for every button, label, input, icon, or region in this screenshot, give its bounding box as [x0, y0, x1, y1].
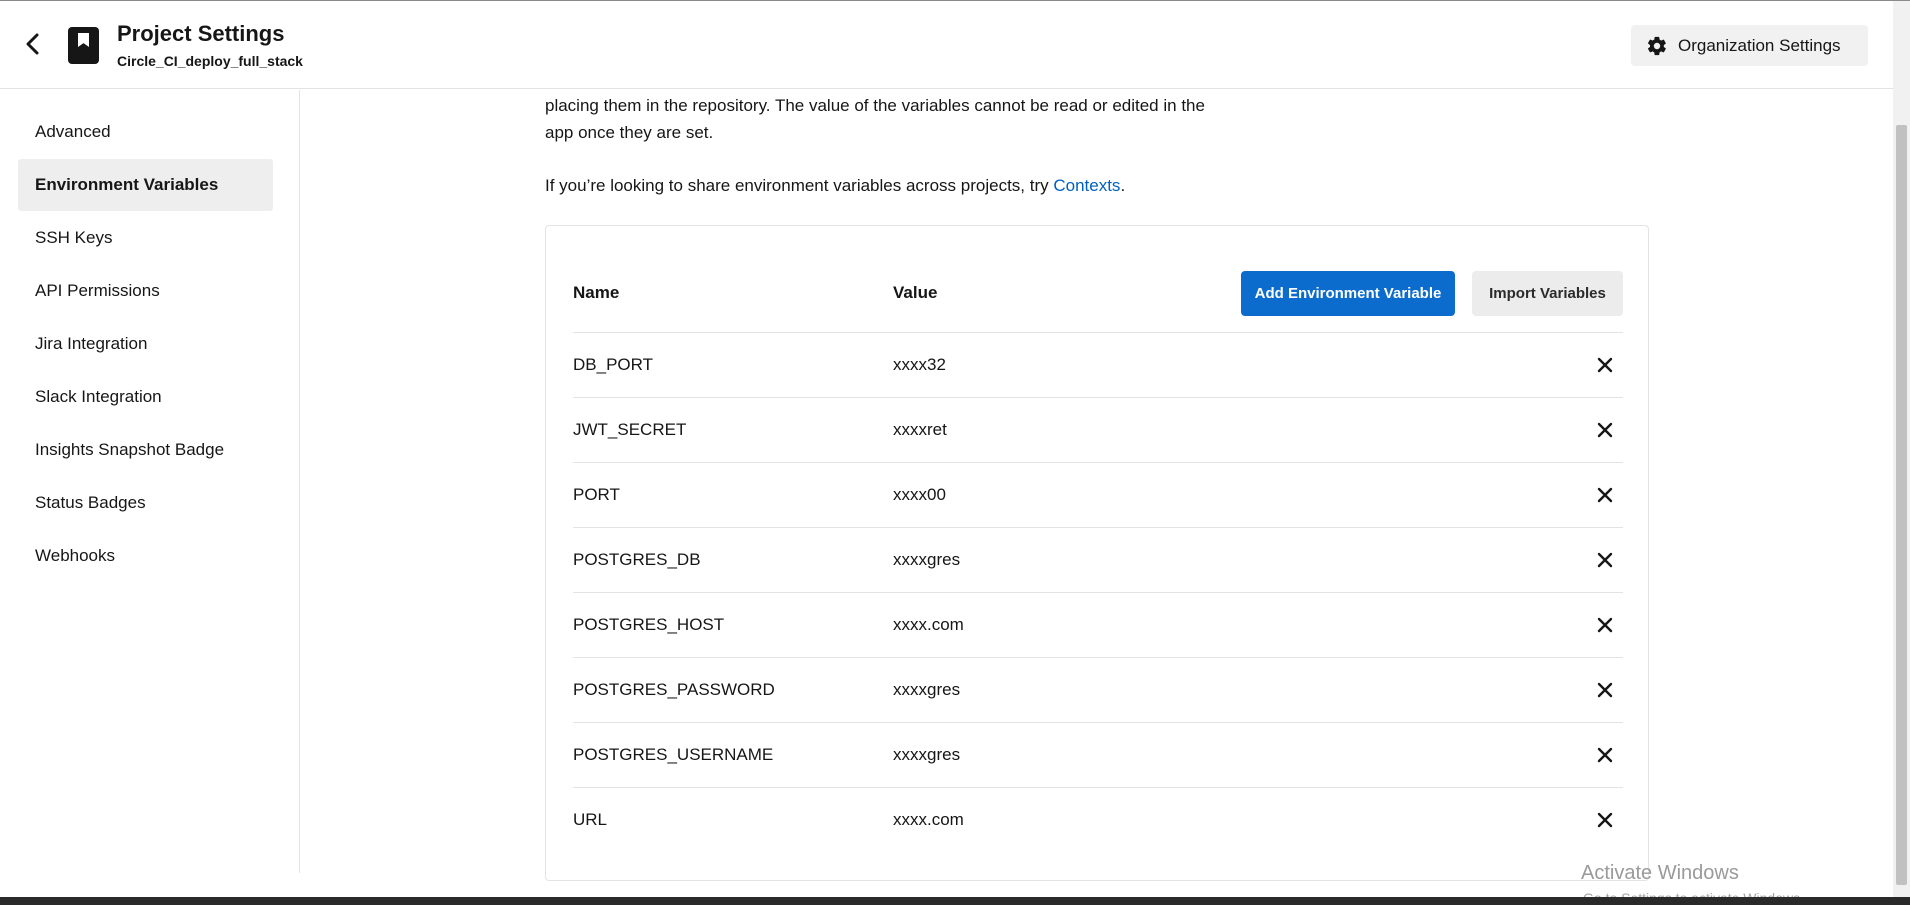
variables-table: DB_PORT xxxx32 JWT_SECRET xxxxret PORT x… — [573, 332, 1623, 852]
delete-variable-button[interactable] — [1593, 678, 1617, 702]
organization-settings-button[interactable]: Organization Settings — [1631, 25, 1868, 66]
close-icon — [1597, 552, 1613, 568]
page-header: Project Settings Circle_CI_deploy_full_s… — [0, 1, 1893, 89]
intro-line-2: app once they are set. — [545, 123, 714, 142]
variable-name: PORT — [573, 485, 620, 504]
variable-name: JWT_SECRET — [573, 420, 687, 439]
delete-variable-button[interactable] — [1593, 613, 1617, 637]
variable-value: xxxxret — [893, 420, 947, 439]
intro-line-1: placing them in the repository. The valu… — [545, 96, 1205, 115]
environment-variables-card: Name Value Add Environment Variable Impo… — [545, 225, 1649, 881]
variable-value: xxxx00 — [893, 485, 946, 504]
variable-value: xxxx.com — [893, 615, 964, 634]
sidebar-item-environment-variables[interactable]: Environment Variables — [18, 159, 273, 211]
variable-value: xxxxgres — [893, 550, 961, 569]
variable-value: xxxxgres — [893, 745, 961, 764]
delete-variable-button[interactable] — [1593, 483, 1617, 507]
contexts-link[interactable]: Contexts — [1053, 176, 1120, 195]
gear-icon — [1647, 36, 1666, 55]
activate-windows-watermark: Activate Windows — [1581, 862, 1739, 884]
back-button[interactable] — [20, 31, 46, 57]
variable-name: POSTGRES_USERNAME — [573, 745, 774, 764]
chevron-left-icon — [26, 33, 39, 55]
variable-name: POSTGRES_HOST — [573, 615, 725, 634]
bookmark-icon — [68, 27, 99, 64]
share-text-end: . — [1120, 176, 1126, 195]
delete-variable-button[interactable] — [1593, 418, 1617, 442]
delete-variable-button[interactable] — [1593, 548, 1617, 572]
share-text: If you’re looking to share environment v… — [545, 172, 1125, 199]
add-environment-variable-button[interactable]: Add Environment Variable — [1241, 271, 1455, 316]
project-name: Circle_CI_deploy_full_stack — [117, 53, 303, 69]
organization-settings-label: Organization Settings — [1678, 35, 1841, 55]
table-row: POSTGRES_DB xxxxgres — [573, 527, 1623, 592]
close-icon — [1597, 682, 1613, 698]
close-icon — [1597, 812, 1613, 828]
close-icon — [1597, 422, 1613, 438]
delete-variable-button[interactable] — [1593, 743, 1617, 767]
share-text-lead: If you’re looking to share environment v… — [545, 176, 1054, 195]
taskbar-edge — [0, 897, 1910, 905]
sidebar-item-webhooks[interactable]: Webhooks — [18, 530, 273, 582]
sidebar-item-api-permissions[interactable]: API Permissions — [18, 265, 273, 317]
intro-text: placing them in the repository. The valu… — [545, 92, 1285, 146]
table-row: PORT xxxx00 — [573, 462, 1623, 527]
sidebar-item-status-badges[interactable]: Status Badges — [18, 477, 273, 529]
sidebar-item-ssh-keys[interactable]: SSH Keys — [18, 212, 273, 264]
settings-sidebar: Advanced Environment Variables SSH Keys … — [0, 90, 300, 873]
table-row: POSTGRES_HOST xxxx.com — [573, 592, 1623, 657]
variable-name: URL — [573, 810, 608, 829]
table-row: JWT_SECRET xxxxret — [573, 397, 1623, 462]
scrollbar-thumb[interactable] — [1896, 125, 1907, 885]
close-icon — [1597, 747, 1613, 763]
table-row: URL xxxx.com — [573, 787, 1623, 852]
variable-name: DB_PORT — [573, 355, 653, 374]
table-row: DB_PORT xxxx32 — [573, 332, 1623, 397]
variable-value: xxxxgres — [893, 680, 961, 699]
delete-variable-button[interactable] — [1593, 353, 1617, 377]
sidebar-item-slack-integration[interactable]: Slack Integration — [18, 371, 273, 423]
page-title: Project Settings — [117, 21, 285, 46]
delete-variable-button[interactable] — [1593, 808, 1617, 832]
table-row: POSTGRES_USERNAME xxxxgres — [573, 722, 1623, 787]
variable-name: POSTGRES_DB — [573, 550, 701, 569]
variable-value: xxxx.com — [893, 810, 964, 829]
sidebar-item-advanced[interactable]: Advanced — [18, 106, 273, 158]
variable-value: xxxx32 — [893, 355, 946, 374]
close-icon — [1597, 357, 1613, 373]
table-row: POSTGRES_PASSWORD xxxxgres — [573, 657, 1623, 722]
import-variables-button[interactable]: Import Variables — [1472, 271, 1623, 316]
column-header-value: Value — [893, 283, 938, 302]
variable-name: POSTGRES_PASSWORD — [573, 680, 775, 699]
sidebar-item-insights-snapshot-badge[interactable]: Insights Snapshot Badge — [18, 424, 273, 476]
column-header-name: Name — [573, 283, 620, 302]
close-icon — [1597, 617, 1613, 633]
sidebar-item-jira-integration[interactable]: Jira Integration — [18, 318, 273, 370]
close-icon — [1597, 487, 1613, 503]
